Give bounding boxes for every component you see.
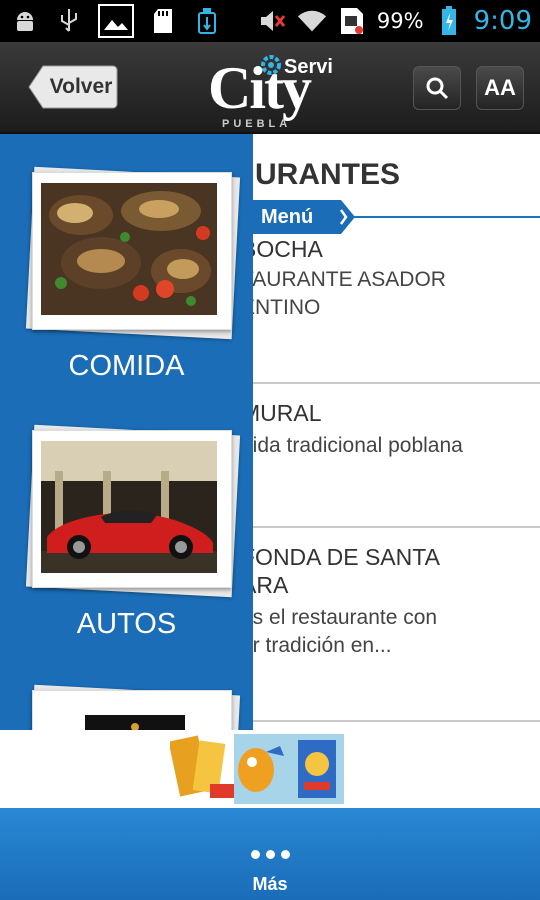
status-bar: 99% 9:09 — [0, 0, 540, 42]
logo-main: City — [208, 55, 312, 121]
logo-sub: PUEBLA — [222, 118, 292, 130]
sd-card-icon — [148, 6, 178, 36]
list-item-desc: os el restaurante con — [241, 606, 438, 629]
android-debug-icon — [10, 6, 40, 36]
clock: 9:09 — [473, 6, 532, 36]
usb-icon — [54, 6, 84, 36]
wifi-icon — [297, 6, 327, 36]
more-button[interactable]: Más — [0, 874, 540, 895]
sim-card-icon — [337, 6, 367, 36]
back-button-label: Volver — [49, 75, 113, 98]
list-item[interactable]: FONDA DE SANTA ARA os el restaurante con… — [241, 528, 540, 722]
category-label: AUTOS — [76, 608, 177, 640]
app-header: Volver Servi City PUEBLA AA — [0, 42, 540, 134]
list-item-desc: TAURANTE ASADOR — [241, 268, 446, 291]
bottom-bar: Más — [0, 808, 540, 900]
list-item-name: BOCHA — [241, 236, 323, 262]
list-item-desc: or tradición en... — [241, 634, 392, 657]
category-autos[interactable]: AUTOS — [25, 424, 241, 656]
page-title: URANTES — [255, 158, 401, 191]
list-item[interactable]: MURAL nida tradicional poblana — [241, 384, 540, 528]
list-item-desc: nida tradicional poblana — [241, 434, 463, 457]
category-drawer: COMIDA AUTOS — [0, 134, 253, 730]
category-comida[interactable]: COMIDA — [25, 166, 241, 398]
list-item-name: FONDA DE SANTA — [241, 544, 440, 570]
search-button[interactable] — [413, 66, 461, 110]
food-platter-photo — [25, 166, 241, 340]
search-icon — [426, 77, 449, 100]
menu-tab[interactable]: Menú — [253, 200, 357, 234]
app-logo: Servi City PUEBLA — [208, 48, 338, 132]
more-dots-icon[interactable] — [251, 850, 290, 859]
battery-percent: 99% — [376, 9, 424, 33]
mute-icon — [257, 6, 287, 36]
image-icon — [98, 4, 134, 38]
font-size-button[interactable]: AA — [476, 66, 524, 110]
category-third[interactable] — [25, 684, 241, 730]
list-item[interactable]: BOCHA TAURANTE ASADOR ENTINO — [241, 232, 540, 384]
back-button[interactable]: Volver — [27, 64, 119, 110]
red-sports-car-photo — [25, 424, 241, 598]
battery-icon — [434, 6, 464, 36]
usb-storage-icon — [192, 6, 222, 36]
category-label: COMIDA — [68, 350, 185, 382]
list-item-name: MURAL — [241, 400, 322, 426]
third-category-photo — [25, 684, 241, 730]
menu-tab-label: Menú — [261, 206, 314, 228]
ad-banner[interactable] — [0, 730, 540, 808]
candy-advertisement — [170, 734, 344, 804]
